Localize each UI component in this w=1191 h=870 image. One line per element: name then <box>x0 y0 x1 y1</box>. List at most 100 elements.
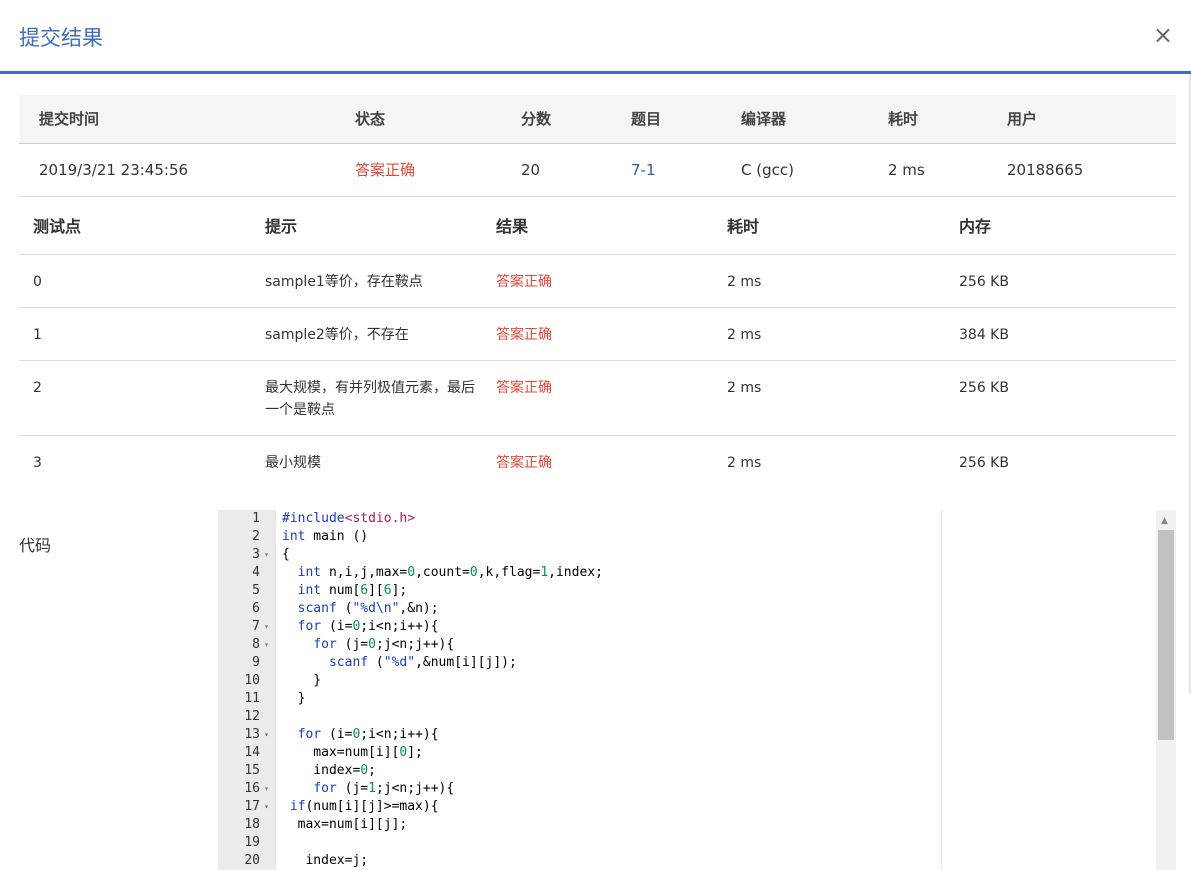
line-number: 19 <box>244 835 260 850</box>
code-line: 11 } <box>218 690 1156 708</box>
code-line: 2 int main () <box>218 528 1156 546</box>
code-line: 14 max=num[i][0]; <box>218 744 1156 762</box>
status-text: 答案正确 <box>355 161 416 179</box>
table-row: 3 最小规模 答案正确 2 ms 256 KB <box>19 436 1176 489</box>
modal-header: 提交结果 × <box>0 0 1191 74</box>
code-label: 代码 <box>19 536 52 555</box>
line-number: 11 <box>244 691 260 706</box>
code-text: index=j; <box>282 853 369 868</box>
line-number: 3 <box>252 547 260 562</box>
code-text: scanf ("%d",&num[i][j]); <box>328 655 517 670</box>
test-result: 答案正确 <box>496 327 552 343</box>
fold-toggle-icon[interactable]: ▾ <box>264 546 274 564</box>
code-text: { <box>282 547 290 562</box>
table-row: 1 sample2等价，不存在 答案正确 2 ms 384 KB <box>19 308 1176 361</box>
line-number: 7 <box>252 619 260 634</box>
code-line: 6 scanf ("%d\n",&n); <box>218 600 1156 618</box>
code-line: 4 int n,i,j,max=0,count=0,k,flag=1,index… <box>218 564 1156 582</box>
test-result: 答案正确 <box>496 274 552 290</box>
line-number: 1 <box>252 511 260 526</box>
code-text: int main () <box>282 529 369 544</box>
header-score: 分数 <box>521 110 552 128</box>
code-line: 20 index=j; <box>218 852 1156 870</box>
test-id: 1 <box>33 327 42 343</box>
line-number: 9 <box>252 655 260 670</box>
code-editor[interactable]: 1 #include<stdio.h> 2 int main () 3 ▾ {4 int n… <box>218 510 1176 870</box>
header-test-id: 测试点 <box>33 217 82 236</box>
line-number: 20 <box>244 853 260 868</box>
code-line: 8 ▾ for (j=0;j<n;j++){ <box>218 636 1156 654</box>
header-elapsed: 耗时 <box>888 110 919 128</box>
line-number: 10 <box>244 673 260 688</box>
test-time: 2 ms <box>727 455 762 471</box>
fold-toggle-icon[interactable]: ▾ <box>264 780 274 798</box>
code-line: 17 ▾ if(num[i][j]>=max){ <box>218 798 1156 816</box>
problem-link[interactable]: 7-1 <box>631 144 656 197</box>
code-text: for (j=0;j<n;j++){ <box>313 637 455 652</box>
code-text: } <box>282 691 306 706</box>
line-number: 4 <box>252 565 260 580</box>
test-hint: sample1等价，存在鞍点 <box>265 274 423 290</box>
line-number: 6 <box>252 601 260 616</box>
code-text: if(num[i][j]>=max){ <box>289 799 439 814</box>
code-lines[interactable]: 1 #include<stdio.h> 2 int main () 3 ▾ {4 int n… <box>218 510 1156 870</box>
test-memory: 256 KB <box>959 274 1009 290</box>
compiler-value: C (gcc) <box>741 161 794 179</box>
submission-table: 提交时间 状态 分数 题目 编译器 耗时 用户 2019/3/21 23:45:… <box>19 95 1176 197</box>
code-text: for (i=0;i<n;i++){ <box>297 727 439 742</box>
test-memory: 256 KB <box>959 380 1009 396</box>
code-text: #include<stdio.h> <box>282 511 416 526</box>
code-text: for (j=1;j<n;j++){ <box>313 781 455 796</box>
line-number: 14 <box>244 745 260 760</box>
test-memory: 256 KB <box>959 455 1009 471</box>
fold-toggle-icon[interactable]: ▾ <box>264 798 274 816</box>
fold-toggle-icon[interactable]: ▾ <box>264 726 274 744</box>
code-line: 1 #include<stdio.h> <box>218 510 1156 528</box>
fold-toggle-icon[interactable]: ▾ <box>264 636 274 654</box>
header-user: 用户 <box>1007 110 1038 128</box>
header-submit-time: 提交时间 <box>39 110 100 128</box>
code-line: 18 max=num[i][j]; <box>218 816 1156 834</box>
line-number: 2 <box>252 529 260 544</box>
line-number: 12 <box>244 709 260 724</box>
code-line: 7 ▾ for (i=0;i<n;i++){ <box>218 618 1156 636</box>
table-row: 0 sample1等价，存在鞍点 答案正确 2 ms 256 KB <box>19 255 1176 308</box>
test-points-header: 测试点 提示 结果 耗时 内存 <box>19 198 1176 255</box>
code-text: max=num[i][0]; <box>282 745 423 760</box>
header-result: 结果 <box>496 217 529 236</box>
editor-scrollbar[interactable]: ▲ <box>1156 510 1176 870</box>
modal-title: 提交结果 <box>19 26 103 50</box>
test-hint: sample2等价，不存在 <box>265 327 409 343</box>
code-line: 16 ▾ for (j=1;j<n;j++){ <box>218 780 1156 798</box>
line-number: 13 <box>244 727 260 742</box>
test-id: 0 <box>33 274 42 290</box>
line-number: 17 <box>244 799 260 814</box>
fold-toggle-icon[interactable]: ▾ <box>264 618 274 636</box>
line-number: 15 <box>244 763 260 778</box>
code-text: for (i=0;i<n;i++){ <box>297 619 439 634</box>
test-hint: 最大规模，有并列极值元素，最后一个是鞍点 <box>265 380 475 418</box>
line-number: 16 <box>244 781 260 796</box>
test-time: 2 ms <box>727 327 762 343</box>
code-text: int num[6][6]; <box>297 583 408 598</box>
line-number: 18 <box>244 817 260 832</box>
code-line: 5 int num[6][6]; <box>218 582 1156 600</box>
code-line: 13 ▾ for (i=0;i<n;i++){ <box>218 726 1156 744</box>
submission-row: 2019/3/21 23:45:56 答案正确 20 7-1 C (gcc) 2… <box>19 144 1176 197</box>
line-number: 5 <box>252 583 260 598</box>
header-problem: 题目 <box>631 110 662 128</box>
score-value: 20 <box>521 161 541 179</box>
scroll-up-icon[interactable]: ▲ <box>1161 516 1168 526</box>
test-result: 答案正确 <box>496 455 552 471</box>
test-id: 2 <box>33 380 42 396</box>
close-icon[interactable]: × <box>1153 22 1173 48</box>
header-test-time: 耗时 <box>727 217 760 236</box>
user-value: 20188665 <box>1007 161 1084 179</box>
test-id: 3 <box>33 455 42 471</box>
code-text: } <box>282 673 322 688</box>
line-number: 8 <box>252 637 260 652</box>
table-row: 2 最大规模，有并列极值元素，最后一个是鞍点 答案正确 2 ms 256 KB <box>19 361 1176 436</box>
test-result: 答案正确 <box>496 380 552 396</box>
scroll-thumb[interactable] <box>1158 530 1174 740</box>
header-hint: 提示 <box>265 217 298 236</box>
